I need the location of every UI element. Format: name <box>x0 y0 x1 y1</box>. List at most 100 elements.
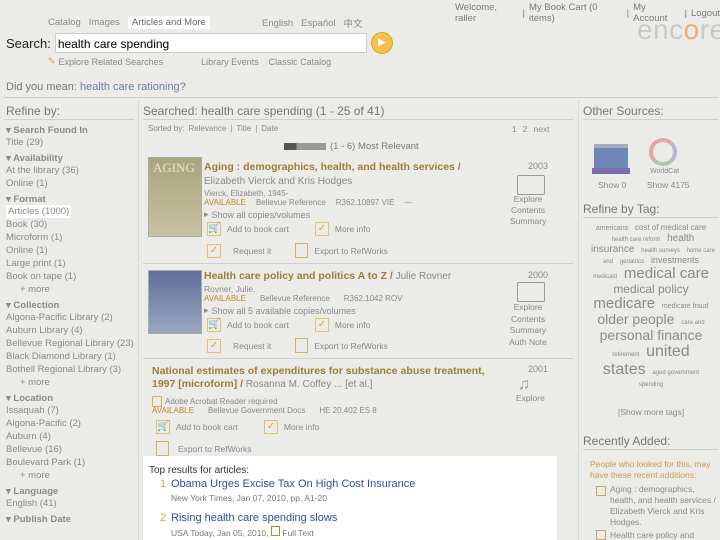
facet-item[interactable]: Algona-Pacific (2) <box>6 417 136 430</box>
facet-item[interactable]: Black Diamond Library (1) <box>6 350 136 363</box>
tag-link[interactable]: older people <box>597 311 674 327</box>
facet-heading[interactable]: ▾ Availability <box>6 153 136 164</box>
facet-item[interactable]: Book on tape (1) <box>6 270 136 283</box>
facet-heading[interactable]: ▾ Language <box>6 486 136 497</box>
facet-item[interactable]: Online (1) <box>6 244 136 257</box>
facet-heading[interactable]: ▾ Location <box>6 393 136 404</box>
tag-link[interactable]: spending <box>639 382 663 388</box>
explore-related-link[interactable]: Explore Related Searches <box>59 57 164 67</box>
page-1[interactable]: 1 <box>512 124 517 134</box>
tag-link[interactable]: states <box>603 361 646 378</box>
bellevue-show-count[interactable]: Show 0 <box>598 180 626 190</box>
facet-item[interactable]: Auburn Library (4) <box>6 324 136 337</box>
result-title[interactable]: Aging : demographics, health, and health… <box>204 161 504 173</box>
page-2[interactable]: 2 <box>523 124 528 134</box>
facet-heading[interactable]: ▾ Collection <box>6 300 136 311</box>
result-title[interactable]: Health care policy and politics A to Z /… <box>204 270 504 282</box>
facet-item[interactable]: Algona-Pacific Library (2) <box>6 311 136 324</box>
tab-catalog[interactable]: Catalog <box>48 17 81 28</box>
facet-item[interactable]: Large print (1) <box>6 257 136 270</box>
language-chinese[interactable]: 中文 <box>344 16 363 30</box>
export-refworks-button[interactable]: Export to RefWorks <box>314 341 388 351</box>
article-title[interactable]: Rising health care spending slows <box>171 512 337 524</box>
add-to-cart-button[interactable]: Add to book cart <box>227 224 289 234</box>
search-go-button[interactable]: ▶ <box>370 32 393 54</box>
sort-date[interactable]: Date <box>261 124 278 133</box>
tag-link[interactable]: medical care <box>624 265 709 282</box>
facet-item[interactable]: Auburn (4) <box>6 430 136 443</box>
cover-image[interactable] <box>148 270 202 334</box>
facet-more-link[interactable]: + more <box>6 376 136 389</box>
worldcat-show-count[interactable]: Show 4175 <box>647 180 690 190</box>
result-title[interactable]: National estimates of expenditures for s… <box>152 365 492 391</box>
request-it-button[interactable]: Request it <box>233 246 271 256</box>
facet-item[interactable]: Articles (1000) <box>6 205 72 218</box>
more-info-button[interactable]: More info <box>284 422 319 432</box>
sort-relevance[interactable]: Relevance <box>188 124 226 133</box>
author-note-link[interactable]: Auth Note <box>506 337 550 349</box>
summary-link[interactable]: Summary <box>510 216 546 227</box>
tag-link[interactable]: personal finance <box>600 327 703 343</box>
more-info-button[interactable]: More info <box>335 224 370 234</box>
tag-link[interactable]: care and <box>681 320 704 326</box>
tag-link[interactable]: health care reform <box>612 237 661 243</box>
tag-link[interactable]: medicare fraud <box>662 303 709 310</box>
full-text-link[interactable]: Full Text <box>282 528 314 538</box>
page-next[interactable]: next <box>533 124 549 134</box>
explore-link[interactable]: Explore <box>506 302 550 314</box>
language-spanish[interactable]: Español <box>301 18 335 29</box>
tag-link[interactable]: medicare <box>593 295 655 312</box>
tag-link[interactable]: health surveys <box>641 248 680 254</box>
recent-item[interactable]: Aging : demographics, health, and health… <box>596 484 718 528</box>
cover-image[interactable]: AGING <box>148 157 202 237</box>
facet-item[interactable]: Boulevard Park (1) <box>6 456 136 469</box>
tag-link[interactable]: investments <box>651 255 699 265</box>
library-events-link[interactable]: Library Events <box>201 57 259 67</box>
facet-heading[interactable]: ▾ Format <box>6 194 136 205</box>
facet-item[interactable]: Bothell Regional Library (3) <box>6 363 136 376</box>
facet-heading[interactable]: ▾ Publish Date <box>6 514 136 525</box>
facet-item[interactable]: Microform (1) <box>6 231 136 244</box>
article-title[interactable]: Obama Urges Excise Tax On High Cost Insu… <box>171 478 415 490</box>
language-english[interactable]: English <box>262 18 293 29</box>
show-copies-link[interactable]: ▸ Show all 5 available copies/volumes <box>204 305 356 316</box>
explore-link[interactable]: Explore <box>516 393 545 403</box>
explore-link[interactable]: Explore <box>510 194 546 205</box>
tab-images[interactable]: Images <box>89 17 120 28</box>
show-more-tags-link[interactable]: [Show more tags] <box>618 407 684 417</box>
contents-link[interactable]: Contents <box>506 314 550 326</box>
export-refworks-button[interactable]: Export to RefWorks <box>178 444 252 454</box>
facet-item[interactable]: Book (30) <box>6 218 136 231</box>
more-info-button[interactable]: More info <box>335 320 370 330</box>
add-to-cart-button[interactable]: Add to book cart <box>176 422 238 432</box>
facet-item[interactable]: Title (29) <box>6 136 136 149</box>
book-cart-link[interactable]: My Book Cart (0 items) <box>529 2 623 24</box>
show-copies-link[interactable]: ▸ Show all copies/volumes <box>204 209 310 220</box>
facet-more-link[interactable]: + more <box>6 283 136 296</box>
add-to-cart-button[interactable]: Add to book cart <box>227 320 289 330</box>
contents-link[interactable]: Contents <box>510 205 546 216</box>
facet-item[interactable]: Issaquah (7) <box>6 404 136 417</box>
search-input[interactable]: health care spending <box>54 33 367 53</box>
request-it-button[interactable]: Request it <box>233 341 271 351</box>
facet-item[interactable]: Bellevue Regional Library (23) <box>6 337 136 350</box>
classic-catalog-link[interactable]: Classic Catalog <box>269 57 332 67</box>
tag-link[interactable]: americans <box>596 225 628 232</box>
bellevue-source-icon[interactable] <box>590 138 632 178</box>
tab-articles[interactable]: Articles and More <box>127 16 210 29</box>
tag-link[interactable]: medical policy <box>613 282 688 296</box>
facet-item[interactable]: Online (1) <box>6 177 136 190</box>
recent-item[interactable]: Health care policy and <box>596 530 718 540</box>
tag-link[interactable]: aged government <box>652 370 699 376</box>
facet-more-link[interactable]: + more <box>6 469 136 482</box>
sort-title[interactable]: Title <box>236 124 251 133</box>
facet-heading[interactable]: ▾ Search Found In <box>6 125 136 136</box>
facet-item[interactable]: At the library (36) <box>6 164 136 177</box>
facet-item[interactable]: Bellevue (16) <box>6 443 136 456</box>
summary-link[interactable]: Summary <box>506 325 550 337</box>
export-refworks-button[interactable]: Export to RefWorks <box>314 246 388 256</box>
tag-link[interactable]: medicaid <box>593 274 617 280</box>
tag-link[interactable]: cost of medical care <box>635 223 706 232</box>
suggestion-link[interactable]: health care rationing <box>80 81 180 93</box>
tag-link[interactable]: united <box>646 343 690 360</box>
